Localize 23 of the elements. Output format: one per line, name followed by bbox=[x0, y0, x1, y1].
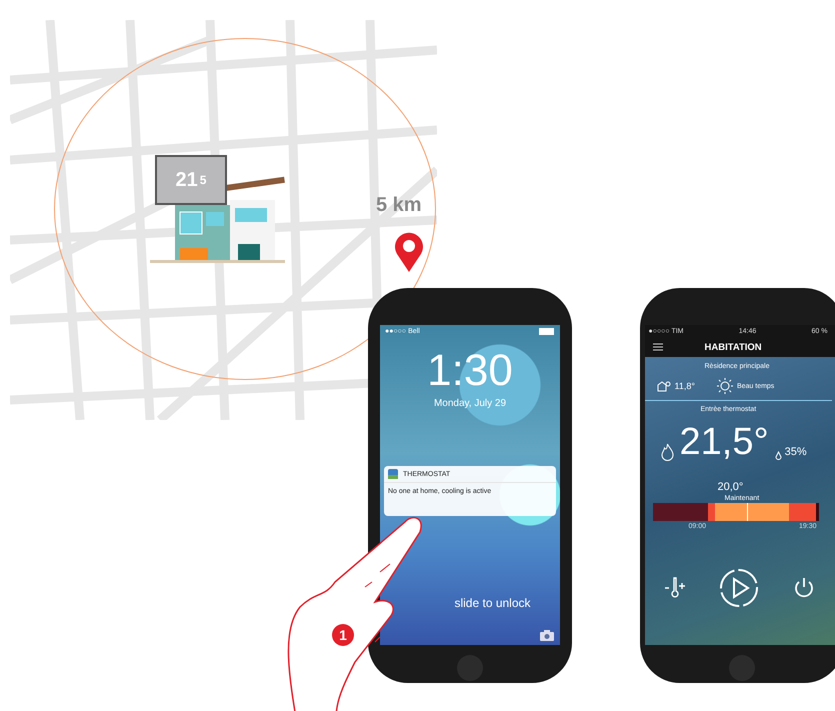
humidity-value: 35% bbox=[784, 446, 807, 458]
flame-icon bbox=[660, 443, 674, 461]
app-icon bbox=[388, 469, 398, 479]
play-button-icon[interactable] bbox=[718, 568, 758, 608]
setpoint-temperature: 20,0° bbox=[718, 481, 744, 493]
outdoor-temperature: 11,8° bbox=[674, 381, 695, 391]
battery-icon bbox=[539, 328, 555, 335]
power-icon[interactable] bbox=[792, 577, 814, 599]
menu-icon[interactable] bbox=[652, 343, 662, 351]
distance-label: 5 km bbox=[376, 194, 422, 217]
screen-title: HABITATION bbox=[704, 342, 762, 352]
house-tree-icon bbox=[656, 380, 670, 392]
thermostat-display: 21 bbox=[176, 168, 198, 192]
camera-icon[interactable] bbox=[540, 630, 554, 641]
drop-icon bbox=[774, 451, 782, 461]
clock-time: 1:30 bbox=[427, 346, 513, 396]
thermometer-plus-icon[interactable] bbox=[664, 576, 684, 600]
thermostat-decimal: 5 bbox=[200, 173, 206, 187]
sun-icon bbox=[716, 378, 733, 394]
slide-hint[interactable]: slide to unlock bbox=[409, 596, 531, 610]
date-label: Monday, July 29 bbox=[434, 398, 506, 409]
map-pin-icon bbox=[394, 232, 424, 272]
current-temperature: 21,5° bbox=[680, 423, 769, 461]
